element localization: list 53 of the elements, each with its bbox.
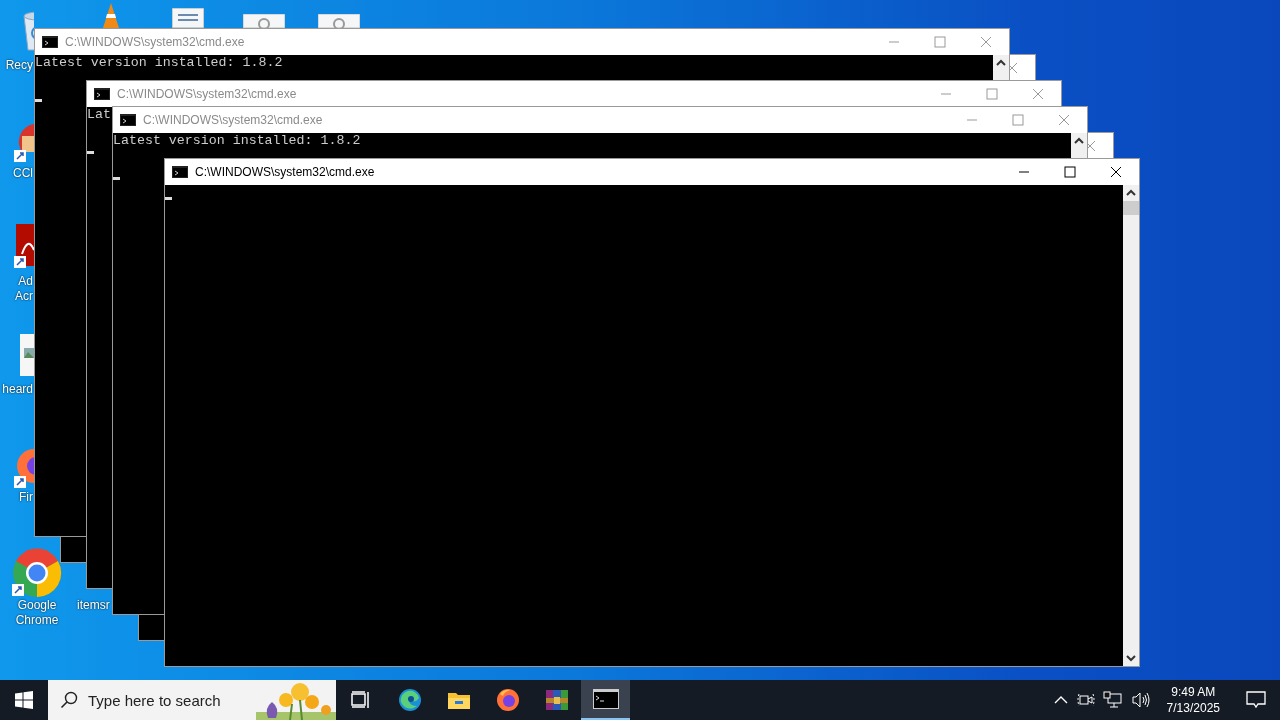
settings-file-icon[interactable] xyxy=(318,14,360,28)
console-button[interactable] xyxy=(581,680,630,720)
maximize-icon xyxy=(934,36,946,48)
text-cursor xyxy=(165,197,172,200)
console-icon xyxy=(592,689,619,709)
console-icon xyxy=(42,36,58,48)
scrollbar[interactable] xyxy=(1123,185,1139,666)
task-view-icon xyxy=(350,691,371,709)
notifications-icon[interactable] xyxy=(1246,691,1266,709)
window-title: C:\WINDOWS\system32\cmd.exe xyxy=(143,113,323,127)
desktop-icon-label[interactable]: CCl xyxy=(13,166,33,181)
clock[interactable]: 9:49 AM 7/13/2025 xyxy=(1158,684,1228,716)
desktop-icon-label[interactable]: Google Chrome xyxy=(12,598,62,628)
close-icon xyxy=(980,36,992,48)
document-icon[interactable] xyxy=(172,8,204,28)
image-file-icon[interactable] xyxy=(18,334,34,376)
traffic-cone-icon[interactable] xyxy=(100,2,122,28)
ccleaner-icon[interactable] xyxy=(14,122,34,164)
desktop-icon-label[interactable]: Ad Acr xyxy=(9,274,33,304)
desktop-icon-label[interactable]: Recy xyxy=(5,58,33,73)
close-icon xyxy=(1032,88,1044,100)
window-title: C:\WINDOWS\system32\cmd.exe xyxy=(195,165,375,179)
search-icon xyxy=(60,691,78,709)
console-icon xyxy=(94,88,110,100)
maximize-icon xyxy=(1012,114,1024,126)
scroll-thumb[interactable] xyxy=(1123,201,1139,215)
chrome-icon[interactable] xyxy=(12,548,62,598)
volume-icon[interactable] xyxy=(1130,691,1151,709)
close-icon xyxy=(1110,166,1122,178)
maximize-icon xyxy=(986,88,998,100)
close-icon xyxy=(1058,114,1070,126)
window-title: C:\WINDOWS\system32\cmd.exe xyxy=(117,87,297,101)
console-icon xyxy=(172,166,188,178)
console-output: Latest version installed: 1.8.2 xyxy=(35,55,283,71)
console-output: Lat xyxy=(87,107,111,123)
firefox-icon xyxy=(495,688,520,712)
text-cursor xyxy=(35,99,42,102)
window-title: C:\WINDOWS\system32\cmd.exe xyxy=(65,35,245,49)
desktop-icon-label[interactable]: Fir xyxy=(19,490,33,505)
network-icon[interactable] xyxy=(1102,691,1123,709)
books-icon xyxy=(544,688,569,712)
folder-icon xyxy=(446,690,471,710)
settings-file-icon[interactable] xyxy=(243,14,285,28)
desktop-icon-label[interactable]: itemsr xyxy=(77,598,110,613)
edge-icon xyxy=(397,688,422,712)
console-icon xyxy=(120,114,136,126)
text-cursor xyxy=(87,151,94,154)
acrobat-icon[interactable] xyxy=(14,224,34,270)
maximize-icon xyxy=(1064,166,1076,178)
console-output: Latest version installed: 1.8.2 xyxy=(113,133,361,149)
desktop-icon-label[interactable]: heard xyxy=(2,382,33,397)
windows-logo-icon xyxy=(15,691,33,709)
text-cursor xyxy=(113,177,120,180)
